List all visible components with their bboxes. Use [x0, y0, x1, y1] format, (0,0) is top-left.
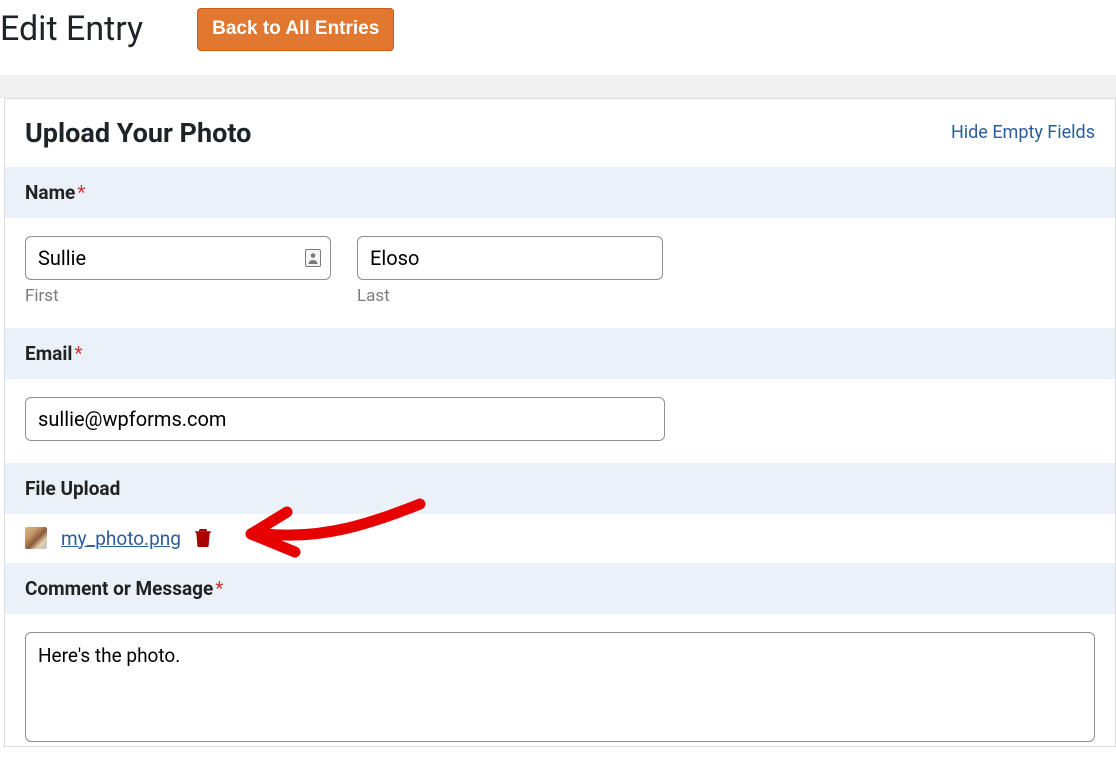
first-name-sublabel: First	[25, 286, 331, 306]
separator-bar	[0, 75, 1116, 98]
comment-field-label: Comment or Message*	[5, 563, 1115, 614]
last-name-input[interactable]	[357, 236, 663, 280]
first-name-input[interactable]	[25, 236, 331, 280]
form-title: Upload Your Photo	[25, 117, 251, 149]
email-field-label: Email*	[5, 328, 1115, 379]
page-title: Edit Entry	[0, 9, 143, 49]
last-name-sublabel: Last	[357, 286, 663, 306]
panel-header: Upload Your Photo Hide Empty Fields	[5, 99, 1115, 167]
name-field-body: First Last	[5, 218, 1115, 328]
email-field-body	[5, 379, 1115, 463]
file-upload-row: my_photo.png	[5, 514, 1115, 563]
trash-icon[interactable]	[195, 529, 211, 547]
email-label-text: Email	[25, 342, 72, 365]
back-to-entries-button[interactable]: Back to All Entries	[197, 8, 394, 51]
comment-textarea[interactable]	[25, 632, 1095, 742]
entry-panel: Upload Your Photo Hide Empty Fields Name…	[4, 98, 1116, 747]
name-field-label: Name*	[5, 167, 1115, 218]
file-upload-field-label: File Upload	[5, 463, 1115, 514]
required-marker: *	[215, 577, 223, 600]
autofill-contact-icon[interactable]	[305, 249, 321, 267]
email-input[interactable]	[25, 397, 665, 441]
file-upload-label-text: File Upload	[25, 477, 120, 500]
comment-field-body	[5, 614, 1115, 746]
required-marker: *	[74, 342, 82, 365]
file-name-link[interactable]: my_photo.png	[61, 527, 181, 550]
comment-label-text: Comment or Message	[25, 577, 213, 600]
file-thumbnail	[25, 527, 47, 549]
name-label-text: Name	[25, 181, 75, 204]
required-marker: *	[77, 181, 85, 204]
hide-empty-fields-link[interactable]: Hide Empty Fields	[951, 122, 1095, 143]
